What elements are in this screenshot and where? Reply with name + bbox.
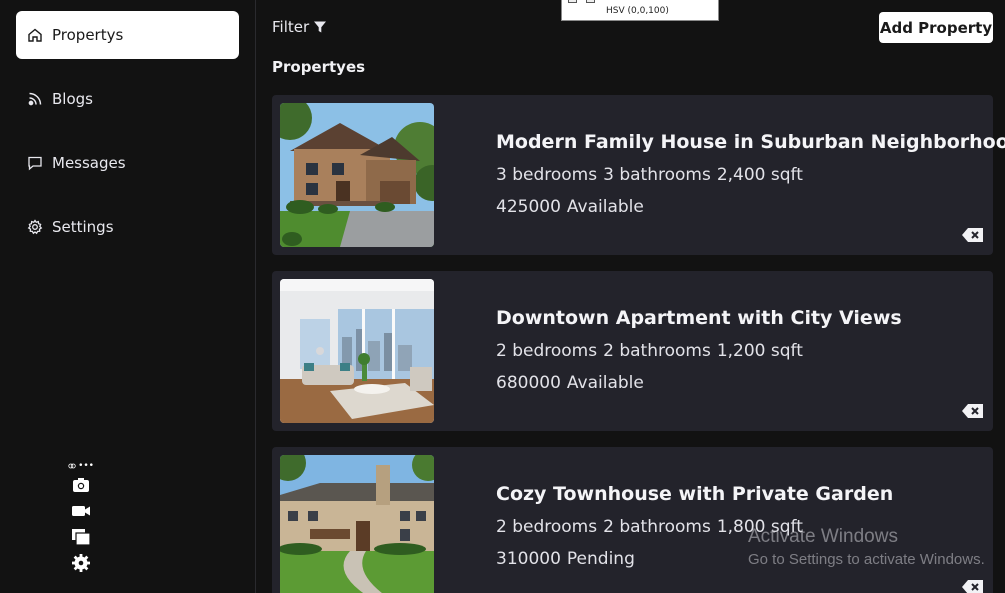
property-meta: 680000 Available xyxy=(496,373,650,393)
link-icon xyxy=(68,463,76,469)
rss-icon xyxy=(26,90,44,108)
camera-icon xyxy=(73,478,89,492)
filter-icon xyxy=(314,21,327,33)
bedrooms: 2 bedrooms xyxy=(496,341,598,361)
backspace-icon xyxy=(962,228,983,242)
sidebar-item-blogs[interactable]: Blogs xyxy=(16,75,239,123)
property-specs: 3 bedrooms 3 bathrooms 2,400 sqft xyxy=(496,165,809,185)
property-image xyxy=(280,103,434,247)
window-capture-button[interactable] xyxy=(69,524,93,550)
watermark-title: Activate Windows xyxy=(748,526,898,547)
sidebar-item-label: Blogs xyxy=(52,90,93,108)
property-card[interactable]: Downtown Apartment with City Views 2 bed… xyxy=(272,271,993,431)
price: 425000 xyxy=(496,197,561,217)
bathrooms: 3 bathrooms xyxy=(603,165,711,185)
gear-icon xyxy=(26,218,44,236)
screenshot-button[interactable] xyxy=(69,472,93,498)
price: 680000 xyxy=(496,373,561,393)
toolbar-handle[interactable]: ••• xyxy=(68,460,94,472)
checkbox[interactable] xyxy=(586,0,595,3)
bathrooms: 2 bathrooms xyxy=(603,517,711,537)
delete-button[interactable] xyxy=(961,402,985,420)
video-camera-icon xyxy=(72,506,90,516)
property-title: Cozy Townhouse with Private Garden xyxy=(496,483,894,505)
property-title: Downtown Apartment with City Views xyxy=(496,307,902,329)
page-title: Propertyes xyxy=(272,58,366,76)
delete-button[interactable] xyxy=(961,578,985,593)
status-badge: Pending xyxy=(566,549,635,569)
sidebar-item-settings[interactable]: Settings xyxy=(16,203,239,251)
gear-icon xyxy=(72,554,90,572)
property-card[interactable]: Modern Family House in Suburban Neighbor… xyxy=(272,95,1005,255)
message-icon xyxy=(26,154,44,172)
property-image xyxy=(280,455,434,593)
watermark-subtitle: Go to Settings to activate Windows. xyxy=(748,551,985,568)
main-content: Filter HSV (0,0,100) Add Property Proper… xyxy=(256,0,1005,593)
property-specs: 2 bedrooms 2 bathrooms 1,200 sqft xyxy=(496,341,809,361)
property-image xyxy=(280,279,434,423)
capture-toolbar: ••• xyxy=(68,460,94,576)
property-meta: 425000 Available xyxy=(496,197,650,217)
bathrooms: 2 bathrooms xyxy=(603,341,711,361)
property-card[interactable]: Cozy Townhouse with Private Garden 2 bed… xyxy=(272,447,993,593)
sidebar-item-label: Settings xyxy=(52,218,114,236)
backspace-icon xyxy=(962,404,983,418)
checkbox[interactable] xyxy=(568,0,577,3)
sidebar: Propertys Blogs Messages Settings ••• xyxy=(0,0,256,593)
sidebar-item-label: Propertys xyxy=(52,26,124,44)
sidebar-item-label: Messages xyxy=(52,154,126,172)
status-badge: Available xyxy=(566,373,644,393)
status-badge: Available xyxy=(566,197,644,217)
add-property-button[interactable]: Add Property xyxy=(879,12,993,43)
sidebar-item-messages[interactable]: Messages xyxy=(16,139,239,187)
filter-label: Filter xyxy=(272,18,310,36)
area: 1,200 sqft xyxy=(716,341,803,361)
capture-settings-button[interactable] xyxy=(69,550,93,576)
sidebar-item-propertys[interactable]: Propertys xyxy=(16,11,239,59)
home-icon xyxy=(26,26,44,44)
record-video-button[interactable] xyxy=(69,498,93,524)
filter-button[interactable]: Filter xyxy=(272,18,327,36)
property-meta: 310000 Pending xyxy=(496,549,641,569)
backspace-icon xyxy=(962,580,983,593)
bedrooms: 2 bedrooms xyxy=(496,517,598,537)
property-title: Modern Family House in Suburban Neighbor… xyxy=(496,131,1005,153)
hsv-value: HSV (0,0,100) xyxy=(606,6,669,16)
bedrooms: 3 bedrooms xyxy=(496,165,598,185)
windows-icon xyxy=(72,529,91,546)
price: 310000 xyxy=(496,549,561,569)
more-icon[interactable]: ••• xyxy=(78,462,94,471)
delete-button[interactable] xyxy=(961,226,985,244)
color-picker-popup: HSV (0,0,100) xyxy=(561,0,719,21)
area: 2,400 sqft xyxy=(716,165,803,185)
activation-watermark: Activate Windows Go to Settings to activ… xyxy=(748,526,985,568)
